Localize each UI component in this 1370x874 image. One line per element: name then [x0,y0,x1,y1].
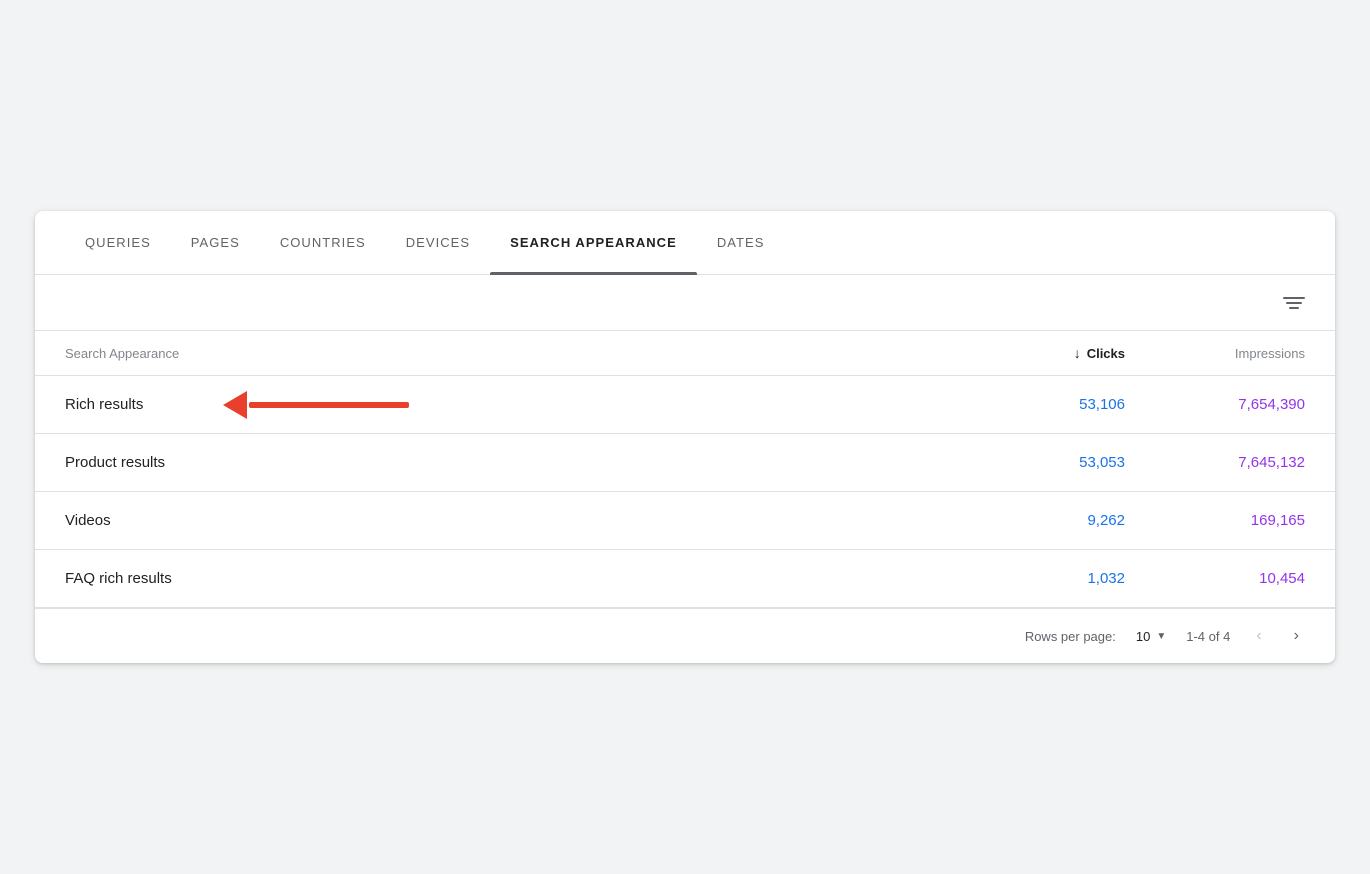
row-label: Product results [65,454,945,471]
row-clicks: 9,262 [945,512,1125,529]
table-row: Product results 53,053 7,645,132 [35,434,1335,492]
row-clicks: 53,106 [945,396,1125,413]
column-clicks-text: Clicks [1087,346,1125,361]
rows-per-page-value: 10 [1136,629,1150,644]
table-row: Videos 9,262 169,165 [35,492,1335,550]
pagination-info: 1-4 of 4 [1186,629,1230,644]
table-header: Search Appearance ↓ Clicks Impressions [35,331,1335,376]
prev-page-button[interactable]: ‹ [1250,623,1267,649]
column-header-impressions[interactable]: Impressions [1125,346,1305,361]
main-card: QUERIES PAGES COUNTRIES DEVICES SEARCH A… [35,211,1335,663]
arrow-shaft [249,402,409,408]
filter-line-3 [1289,307,1299,309]
table-row: Rich results 53,106 7,654,390 [35,376,1335,434]
filter-row [35,275,1335,331]
row-clicks: 1,032 [945,570,1125,587]
tab-devices[interactable]: DEVICES [386,211,490,275]
row-impressions: 7,654,390 [1125,396,1305,413]
arrow-head [223,391,247,419]
table-footer: Rows per page: 10 ▼ 1-4 of 4 ‹ › [35,608,1335,663]
rows-dropdown-arrow-icon: ▼ [1156,631,1166,642]
row-impressions: 169,165 [1125,512,1305,529]
filter-button[interactable] [1283,297,1305,309]
filter-line-2 [1286,302,1302,304]
row-clicks: 53,053 [945,454,1125,471]
column-header-clicks[interactable]: ↓ Clicks [945,345,1125,361]
tab-queries[interactable]: QUERIES [65,211,171,275]
row-label: Rich results [65,396,945,413]
tab-pages[interactable]: PAGES [171,211,260,275]
rows-per-page-select[interactable]: 10 ▼ [1136,629,1166,644]
filter-line-1 [1283,297,1305,299]
tab-dates[interactable]: DATES [697,211,785,275]
next-page-button[interactable]: › [1288,623,1305,649]
column-header-label: Search Appearance [65,346,945,361]
row-label: FAQ rich results [65,570,945,587]
tabs-container: QUERIES PAGES COUNTRIES DEVICES SEARCH A… [35,211,1335,275]
arrow-annotation [225,391,409,419]
sort-arrow-icon: ↓ [1074,345,1081,361]
rows-per-page-label: Rows per page: [1025,629,1116,644]
table-row: FAQ rich results 1,032 10,454 [35,550,1335,608]
tab-search-appearance[interactable]: SEARCH APPEARANCE [490,211,697,275]
tab-countries[interactable]: COUNTRIES [260,211,386,275]
row-label: Videos [65,512,945,529]
row-impressions: 7,645,132 [1125,454,1305,471]
row-impressions: 10,454 [1125,570,1305,587]
